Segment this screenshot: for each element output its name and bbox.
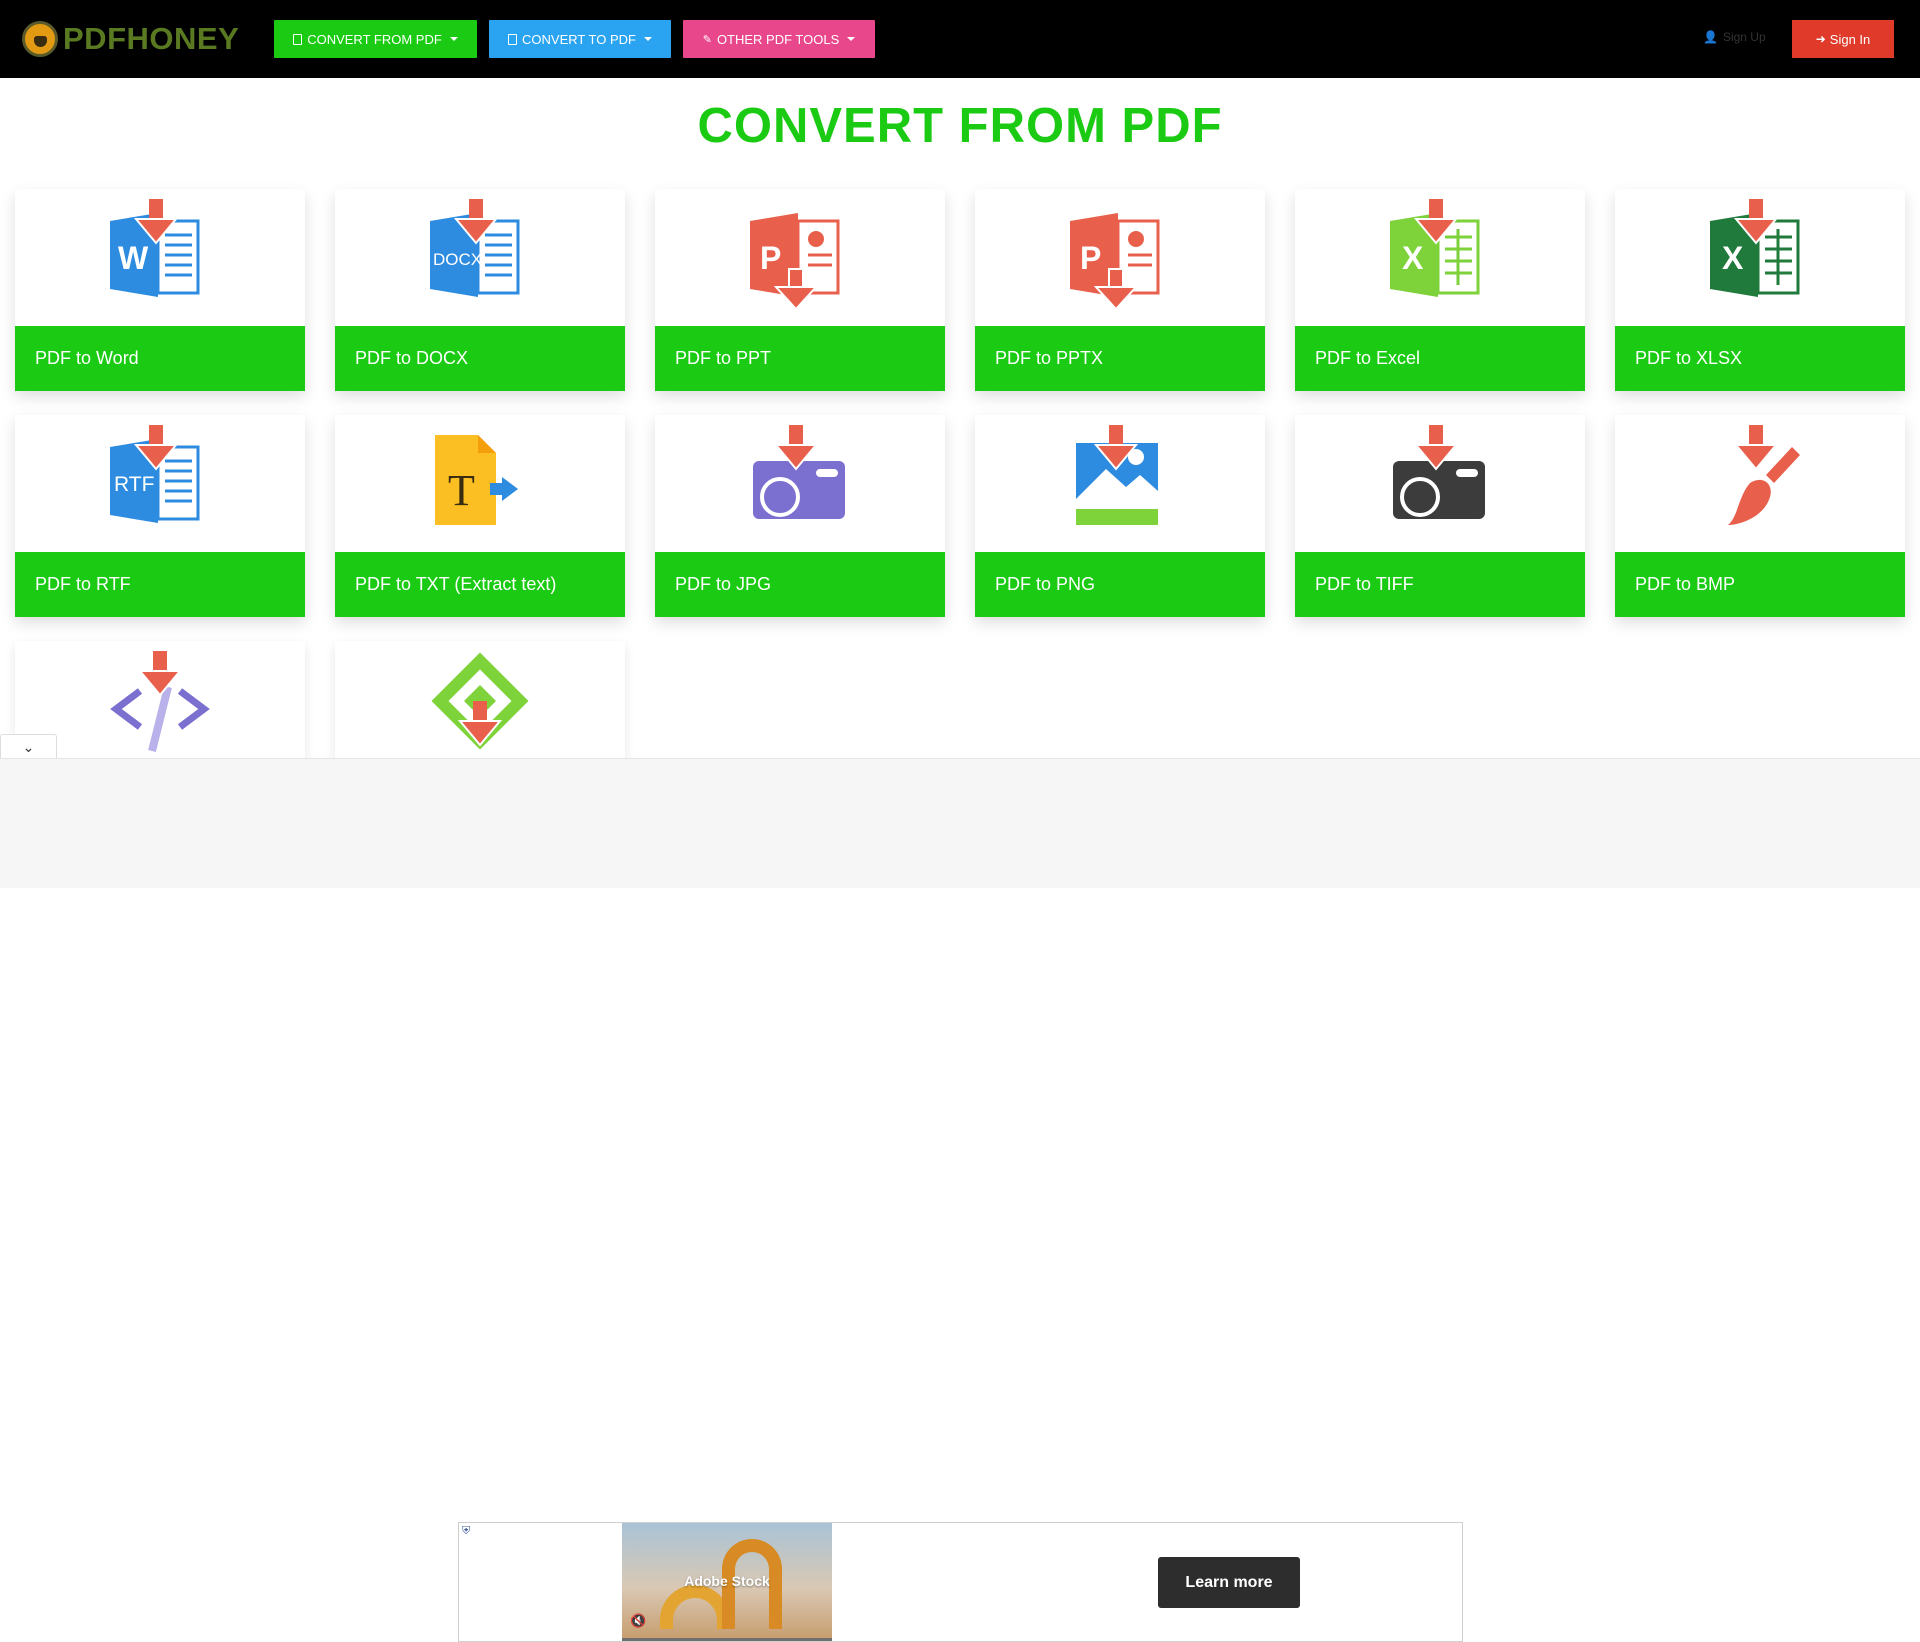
- file-icon: [508, 33, 518, 45]
- card-icon-area: DOCX: [335, 189, 625, 326]
- ad-progress-bar: [622, 1638, 832, 1641]
- txt-file-icon: T: [435, 435, 518, 525]
- sign-up-link[interactable]: 👤 Sign Up: [1703, 30, 1766, 44]
- chevron-down-icon: ⌄: [22, 739, 35, 755]
- card-icon-area: W: [15, 189, 305, 326]
- card-label: PDF to PPTX: [975, 326, 1265, 391]
- tool-card-pdf-to-txt[interactable]: T PDF to TXT (Extract text): [335, 415, 625, 617]
- tool-card-pdf-to-rtf[interactable]: RTF PDF to RTF: [15, 415, 305, 617]
- card-label: PDF to Word: [15, 326, 305, 391]
- learn-more-button[interactable]: Learn more: [1158, 1557, 1300, 1608]
- page-title: CONVERT FROM PDF: [697, 99, 1223, 153]
- convert-from-pdf-dropdown[interactable]: CONVERT FROM PDF: [274, 20, 477, 58]
- card-label: PDF to RTF: [15, 552, 305, 617]
- other-pdf-tools-dropdown[interactable]: ✎ OTHER PDF TOOLS: [683, 20, 875, 58]
- code-icon: [110, 651, 210, 752]
- sign-in-button[interactable]: ➜ Sign In: [1792, 20, 1894, 58]
- word-doc-icon: W: [110, 199, 200, 297]
- card-icon-area: [975, 415, 1265, 552]
- tool-card-pdf-to-epub[interactable]: [335, 641, 625, 767]
- bottom-ad-bar: ⛨ Adobe Stock 🔇 Learn more: [0, 758, 1920, 1642]
- excel-doc-icon: X: [1390, 199, 1480, 297]
- card-icon-area: [1615, 415, 1905, 552]
- tool-card-pdf-to-tiff[interactable]: PDF to TIFF: [1295, 415, 1585, 617]
- caret-down-icon: [643, 37, 652, 41]
- image-icon: [1076, 425, 1158, 525]
- ad-brand-text: Adobe Stock: [684, 1573, 770, 1589]
- tool-card-pdf-to-docx[interactable]: DOCX PDF to DOCX: [335, 189, 625, 391]
- ad-choices-icon[interactable]: ⛨: [462, 1525, 470, 1538]
- file-icon: [293, 33, 303, 45]
- tool-card-pdf-to-bmp[interactable]: PDF to BMP: [1615, 415, 1905, 617]
- ppt-doc-icon: P: [750, 213, 840, 309]
- caret-down-icon: [847, 37, 856, 41]
- paintbrush-icon: [1728, 425, 1800, 525]
- svg-text:P: P: [760, 240, 781, 276]
- tool-card-pdf-to-xlsx[interactable]: X PDF to XLSX: [1615, 189, 1905, 391]
- card-icon-area: RTF: [15, 415, 305, 552]
- xlsx-doc-icon: X: [1710, 199, 1800, 297]
- sign-in-label: Sign In: [1829, 31, 1871, 47]
- svg-text:X: X: [1722, 240, 1744, 276]
- tool-card-pdf-to-excel[interactable]: X PDF to Excel: [1295, 189, 1585, 391]
- mute-icon[interactable]: 🔇: [630, 1613, 646, 1629]
- arch-shape: [660, 1585, 730, 1629]
- card-label: PDF to TIFF: [1295, 552, 1585, 617]
- card-label: PDF to TXT (Extract text): [335, 552, 625, 617]
- card-icon-area: T: [335, 415, 625, 552]
- tool-card-pdf-to-word[interactable]: W PDF to Word: [15, 189, 305, 391]
- honey-pot-icon: [22, 21, 58, 57]
- convert-to-pdf-label: CONVERT TO PDF: [522, 31, 636, 47]
- camera-dark-icon: [1393, 425, 1485, 519]
- svg-text:T: T: [448, 466, 475, 515]
- epub-icon: [431, 652, 529, 750]
- ad-video[interactable]: Adobe Stock 🔇: [622, 1523, 832, 1641]
- card-icon-area: X: [1295, 189, 1585, 326]
- svg-text:P: P: [1080, 240, 1101, 276]
- site-logo[interactable]: PDFHONEY: [22, 18, 239, 60]
- card-icon-area: P: [655, 189, 945, 326]
- camera-icon: [753, 425, 845, 519]
- user-plus-icon: 👤: [1703, 30, 1718, 44]
- convert-from-pdf-label: CONVERT FROM PDF: [307, 31, 442, 47]
- card-icon-area: X: [1615, 189, 1905, 326]
- card-label: PDF to XLSX: [1615, 326, 1905, 391]
- docx-doc-icon: DOCX: [430, 199, 520, 297]
- brand-name: PDFHONEY: [63, 21, 240, 56]
- card-label: PDF to JPG: [655, 552, 945, 617]
- convert-to-pdf-dropdown[interactable]: CONVERT TO PDF: [489, 20, 671, 58]
- svg-text:RTF: RTF: [114, 473, 154, 496]
- tool-card-pdf-to-png[interactable]: PDF to PNG: [975, 415, 1265, 617]
- ad-banner[interactable]: ⛨ Adobe Stock 🔇 Learn more: [458, 1522, 1463, 1642]
- other-pdf-tools-label: OTHER PDF TOOLS: [716, 31, 840, 47]
- card-label: PDF to Excel: [1295, 326, 1585, 391]
- rtf-doc-icon: RTF: [110, 425, 200, 523]
- tool-card-pdf-to-ppt[interactable]: P PDF to PPT: [655, 189, 945, 391]
- card-label: PDF to BMP: [1615, 552, 1905, 617]
- card-label: PDF to DOCX: [335, 326, 625, 391]
- card-label: PDF to PNG: [975, 552, 1265, 617]
- sign-up-label: Sign Up: [1722, 30, 1766, 44]
- collapse-ad-button[interactable]: ⌄: [0, 734, 57, 760]
- svg-text:X: X: [1402, 240, 1424, 276]
- tool-card-pdf-to-html[interactable]: [15, 641, 305, 767]
- card-icon-area: P: [975, 189, 1265, 326]
- edit-icon: ✎: [702, 33, 712, 46]
- pptx-doc-icon: P: [1070, 213, 1160, 309]
- tool-card-pdf-to-jpg[interactable]: PDF to JPG: [655, 415, 945, 617]
- caret-down-icon: [449, 37, 458, 41]
- top-navbar: PDFHONEY CONVERT FROM PDF CONVERT TO PDF…: [0, 0, 1920, 78]
- tool-card-pdf-to-pptx[interactable]: P PDF to PPTX: [975, 189, 1265, 391]
- sign-in-icon: ➜: [1815, 32, 1826, 46]
- svg-text:W: W: [118, 240, 149, 276]
- svg-text:DOCX: DOCX: [433, 250, 482, 269]
- card-label: PDF to PPT: [655, 326, 945, 391]
- card-icon-area: [655, 415, 945, 552]
- card-icon-area: [1295, 415, 1585, 552]
